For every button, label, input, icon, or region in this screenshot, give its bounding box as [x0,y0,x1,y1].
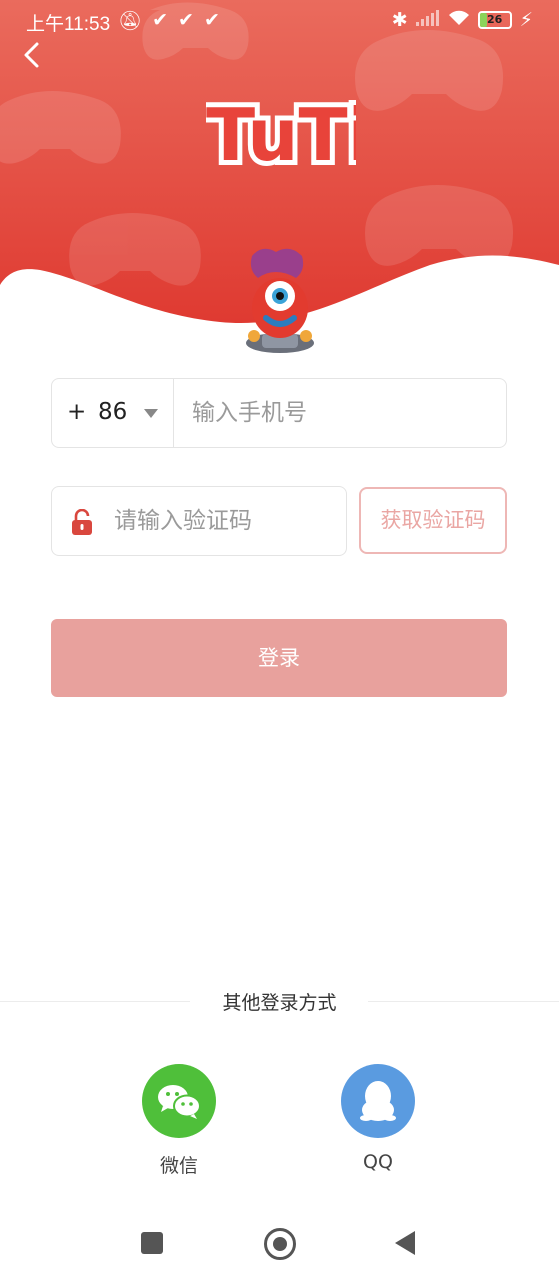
get-code-button[interactable]: 获取验证码 [359,487,507,554]
country-code-value: 86 [98,399,128,425]
wechat-label: 微信 [159,1155,198,1177]
caret-down-icon [144,409,158,418]
country-code-selector[interactable]: + 86 [52,379,174,447]
battery-percentage: 26 [487,13,503,26]
mascot-image [246,248,314,353]
verification-code-input[interactable] [110,487,344,555]
back-icon[interactable] [395,1231,415,1255]
app-logo: TuTi TuTi [206,88,356,174]
check-icon: ✔ [178,9,194,31]
signal-icon [415,9,440,31]
divider-right [368,1001,559,1002]
phone-field: + 86 [51,378,507,448]
qq-login-button[interactable]: QQ [341,1064,415,1173]
battery-icon: 26 [477,11,512,29]
mute-icon: 🔕︎ [118,10,143,32]
check-icon: ✔ [152,9,169,31]
login-button[interactable]: 登录 [51,619,507,697]
home-icon[interactable] [264,1228,296,1260]
status-time: 上午11:53 [26,14,111,35]
notification-icons: 🔕︎ ✔ ✔ ✔ [118,9,220,32]
system-icons: ✱ 26 ⚡ [392,9,533,31]
check-icon: ✔ [203,9,220,31]
phone-input[interactable] [174,379,504,447]
bluetooth-icon: ✱ [391,9,408,31]
wechat-icon[interactable] [142,1064,216,1138]
header-hero: 上午11:53 🔕︎ ✔ ✔ ✔ ✱ 26 ⚡ TuTi TuTi [0,0,559,360]
country-code-plus: + [67,399,87,425]
verification-code-field [51,486,347,556]
logo-text: TuTi [206,93,356,174]
wechat-login-button[interactable]: 微信 [142,1064,216,1178]
status-bar: 上午11:53 🔕︎ ✔ ✔ ✔ ✱ 26 ⚡ [0,0,559,42]
recent-apps-icon[interactable] [141,1232,163,1254]
wifi-icon [448,9,470,31]
chevron-left-icon[interactable] [18,40,48,70]
charging-icon: ⚡ [519,9,533,31]
qq-icon[interactable] [341,1064,415,1138]
qq-label: QQ [363,1151,393,1173]
lock-icon [72,509,92,535]
system-nav-bar [0,1212,559,1276]
